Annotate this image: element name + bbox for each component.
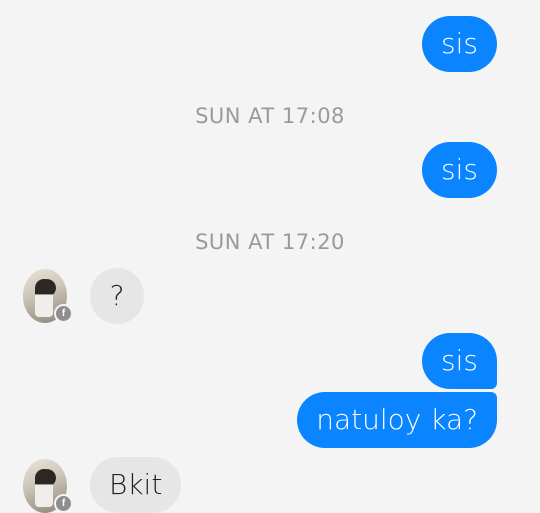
avatar-photo [35,279,53,317]
outgoing-message-bubble[interactable]: sis [422,142,497,198]
avatar-photo [35,469,53,507]
incoming-message-bubble[interactable]: ? [90,268,144,324]
outgoing-message-bubble[interactable]: sis [422,333,497,389]
message-text: sis [441,344,478,377]
contact-avatar[interactable]: f [23,269,73,323]
message-thread: sis SUN AT 17:08 sis SUN AT 17:20 f ? si… [0,0,540,513]
facebook-icon: f [54,304,73,323]
outgoing-message-bubble[interactable]: sis [422,16,497,72]
incoming-message-bubble[interactable]: Bkit [90,457,182,513]
message-text: sis [441,27,478,60]
timestamp: SUN AT 17:08 [195,104,345,128]
outgoing-message-bubble[interactable]: natuloy ka? [297,392,497,448]
message-text: sis [441,153,478,186]
contact-avatar[interactable]: f [23,459,73,513]
facebook-icon: f [54,494,73,513]
message-text: natuloy ka? [316,403,478,436]
timestamp: SUN AT 17:20 [195,230,345,254]
message-text: ? [109,279,125,312]
message-text: Bkit [109,468,163,501]
